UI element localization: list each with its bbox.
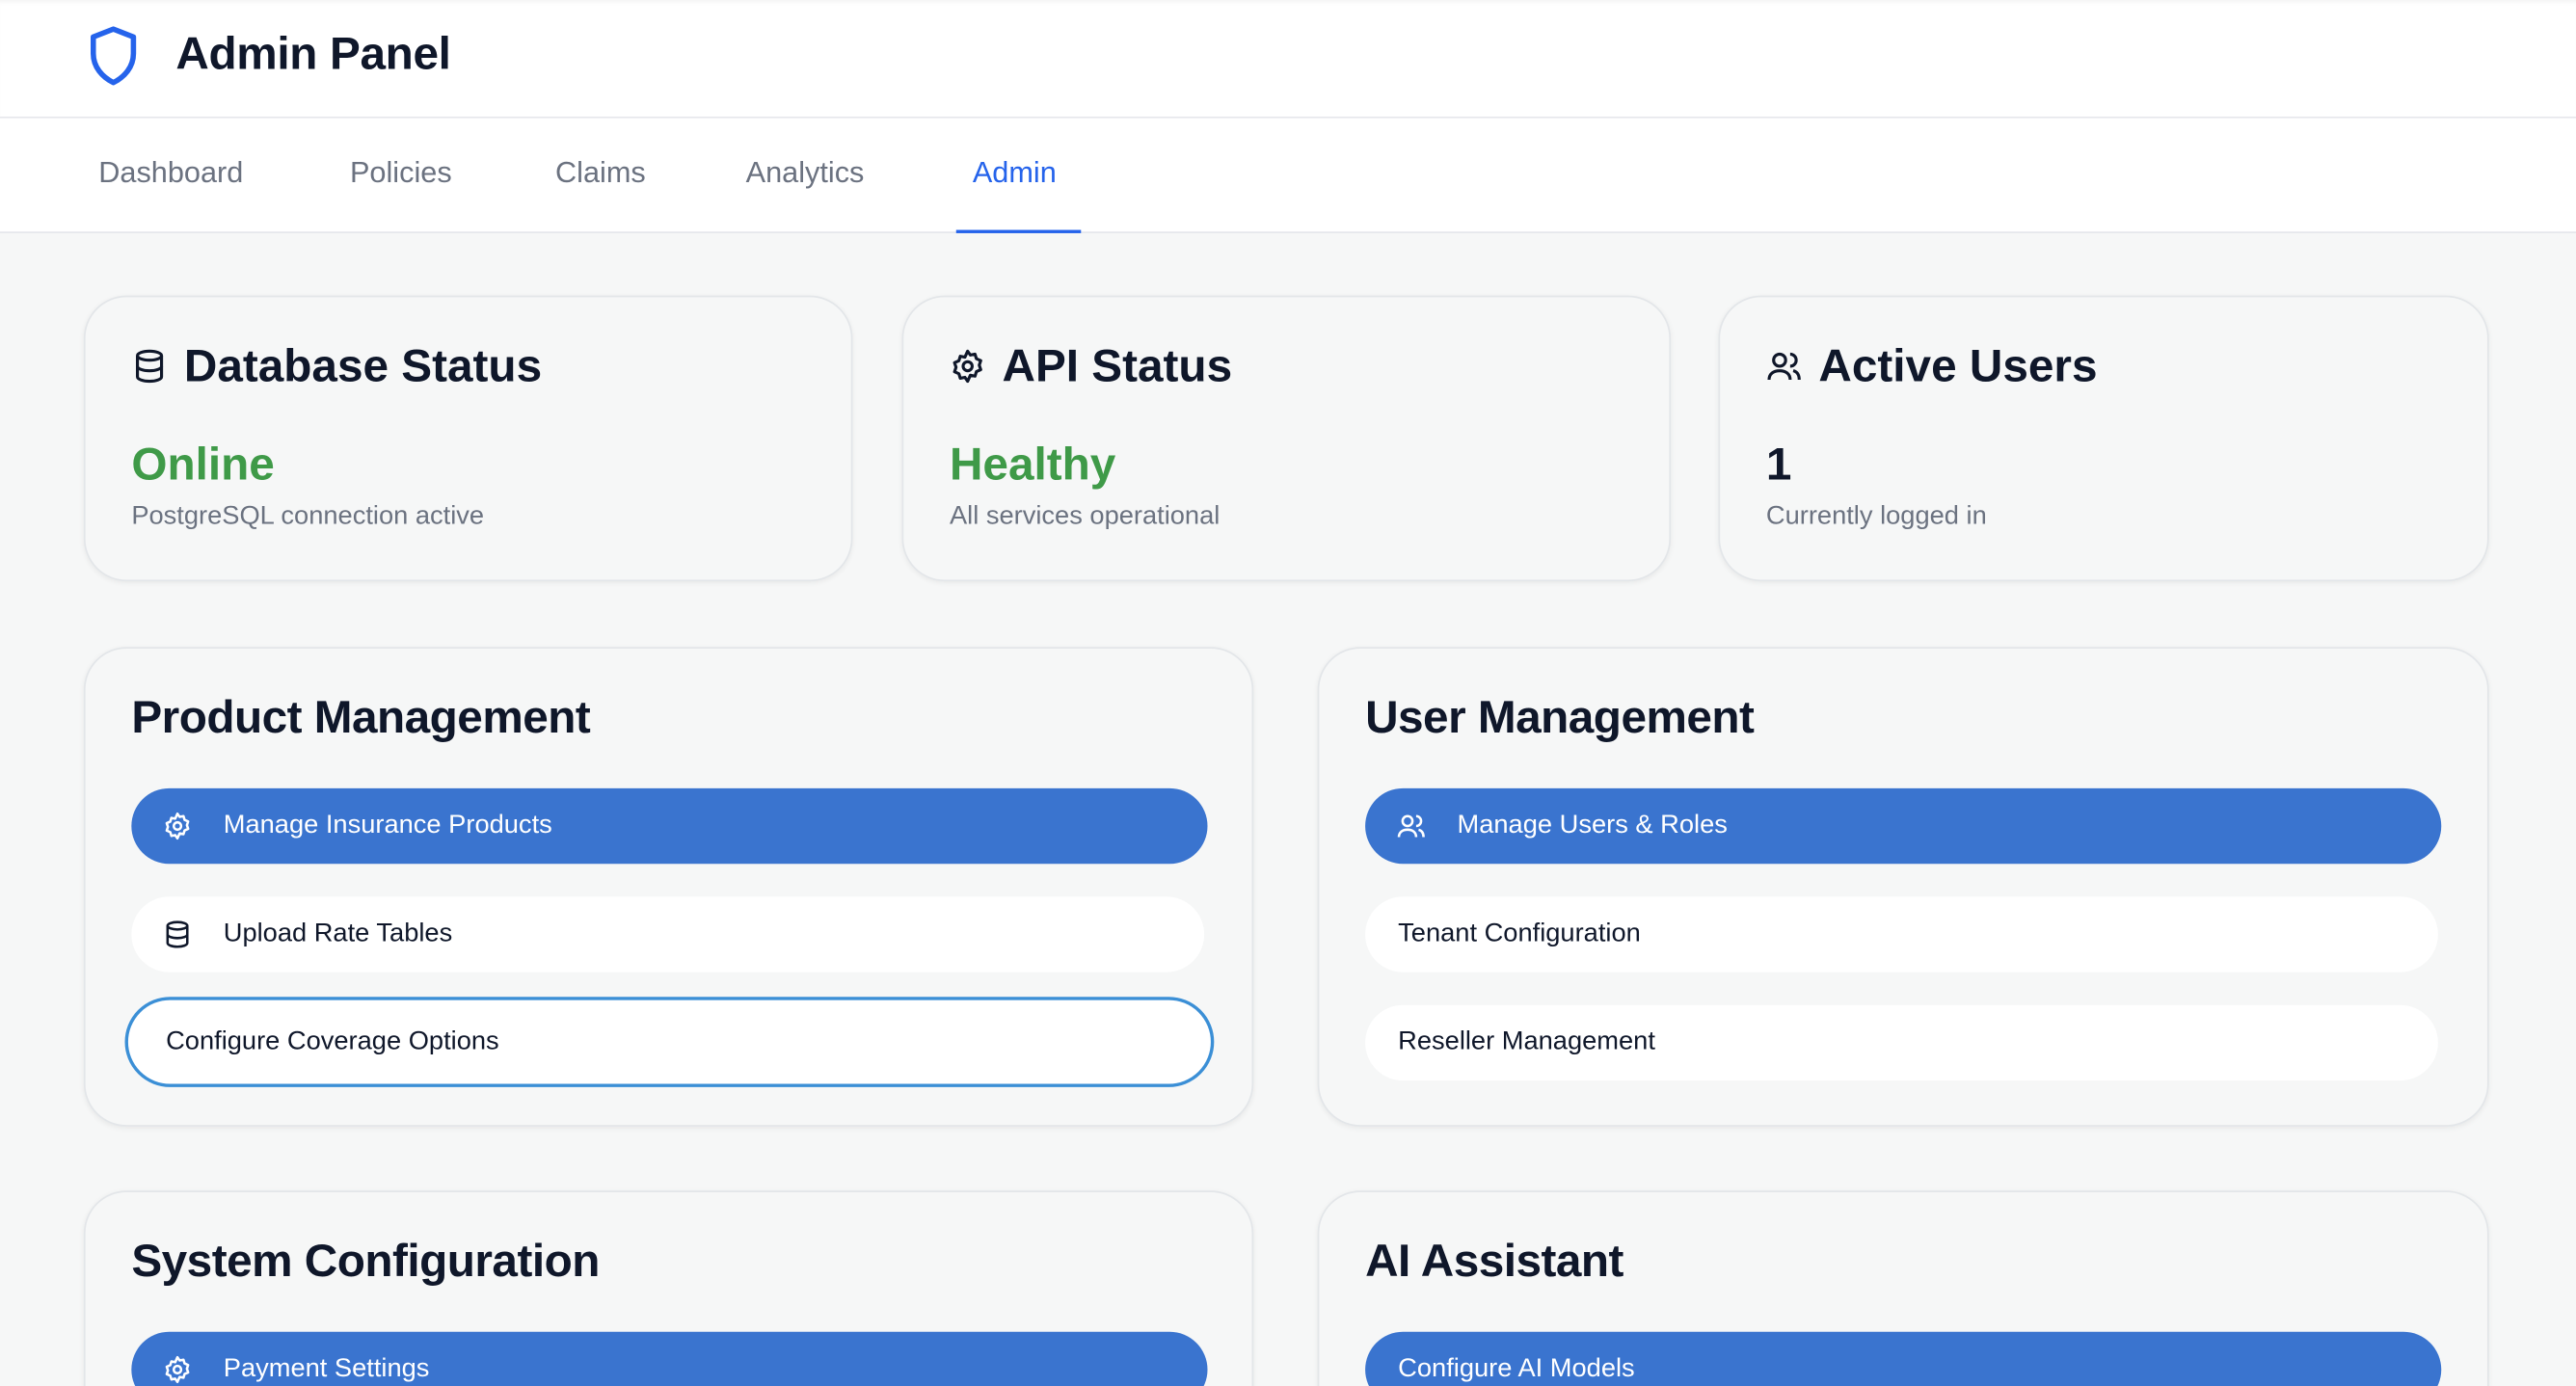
- tab-policies[interactable]: Policies: [334, 119, 469, 233]
- configure-coverage-options-button[interactable]: Configure Coverage Options: [124, 997, 1215, 1087]
- gear-icon: [165, 1355, 190, 1384]
- product-management-title: Product Management: [131, 691, 591, 743]
- reseller-management-label: Reseller Management: [1398, 1027, 1655, 1056]
- users-icon: [1767, 352, 1801, 381]
- database-icon: [166, 920, 189, 948]
- tab-bar: Dashboard Policies Claims Analytics Admi…: [0, 118, 2576, 233]
- configure-coverage-options-label: Configure Coverage Options: [166, 1026, 499, 1055]
- manage-insurance-products-label: Manage Insurance Products: [223, 811, 552, 840]
- page-title: Admin Panel: [175, 27, 451, 79]
- api-status-title: API Status: [1002, 339, 1233, 391]
- product-management-card: Product Management Manage Insurance Prod…: [83, 647, 1254, 1127]
- database-icon: [136, 349, 164, 384]
- manage-users-roles-button[interactable]: Manage Users & Roles: [1365, 787, 2442, 865]
- gear-icon: [165, 812, 190, 840]
- tab-dashboard[interactable]: Dashboard: [82, 119, 259, 233]
- system-configuration-card: System Configuration Payment Settings: [83, 1190, 1254, 1386]
- ai-assistant-card: AI Assistant Configure AI Models: [1317, 1190, 2489, 1386]
- system-configuration-title: System Configuration: [131, 1235, 600, 1287]
- payment-settings-label: Payment Settings: [223, 1354, 430, 1383]
- active-users-card: Active Users 1 Currently logged in: [1718, 295, 2489, 582]
- api-status-card: API Status Healthy All services operatio…: [901, 295, 1672, 582]
- database-status-card: Database Status Online PostgreSQL connec…: [83, 295, 853, 582]
- configure-ai-models-label: Configure AI Models: [1398, 1354, 1635, 1383]
- upload-rate-tables-button[interactable]: Upload Rate Tables: [131, 896, 1205, 973]
- active-users-value: 1: [1765, 438, 1792, 490]
- database-status-subtitle: PostgreSQL connection active: [131, 502, 485, 531]
- active-users-heading: Active Users: [1766, 340, 2098, 393]
- users-icon: [1397, 814, 1425, 838]
- user-management-title: User Management: [1365, 691, 1755, 743]
- active-users-subtitle: Currently logged in: [1765, 502, 1987, 531]
- database-status-title: Database Status: [183, 339, 543, 391]
- top-header: Admin Panel: [0, 0, 2576, 119]
- payment-settings-button[interactable]: Payment Settings: [131, 1331, 1208, 1386]
- reseller-management-button[interactable]: Reseller Management: [1365, 1004, 2438, 1081]
- manage-users-roles-label: Manage Users & Roles: [1457, 811, 1728, 840]
- api-status-value: Healthy: [949, 438, 1116, 490]
- user-management-card: User Management Manage Users & Roles Ten…: [1317, 647, 2489, 1127]
- tab-claims[interactable]: Claims: [539, 119, 662, 233]
- ai-assistant-title: AI Assistant: [1365, 1235, 1623, 1287]
- tenant-configuration-label: Tenant Configuration: [1398, 920, 1641, 948]
- database-status-value: Online: [131, 438, 275, 490]
- upload-rate-tables-label: Upload Rate Tables: [223, 920, 453, 948]
- database-status-heading: Database Status: [131, 340, 542, 393]
- shield-icon: [90, 26, 137, 86]
- configure-ai-models-button[interactable]: Configure AI Models: [1365, 1331, 2442, 1386]
- api-status-heading: API Status: [950, 340, 1232, 393]
- tab-admin[interactable]: Admin: [955, 119, 1082, 233]
- tab-analytics[interactable]: Analytics: [730, 119, 881, 233]
- tenant-configuration-button[interactable]: Tenant Configuration: [1365, 896, 2438, 973]
- gear-icon: [953, 349, 982, 384]
- api-status-subtitle: All services operational: [949, 502, 1221, 531]
- active-users-title: Active Users: [1818, 339, 2098, 391]
- manage-insurance-products-button[interactable]: Manage Insurance Products: [131, 787, 1208, 865]
